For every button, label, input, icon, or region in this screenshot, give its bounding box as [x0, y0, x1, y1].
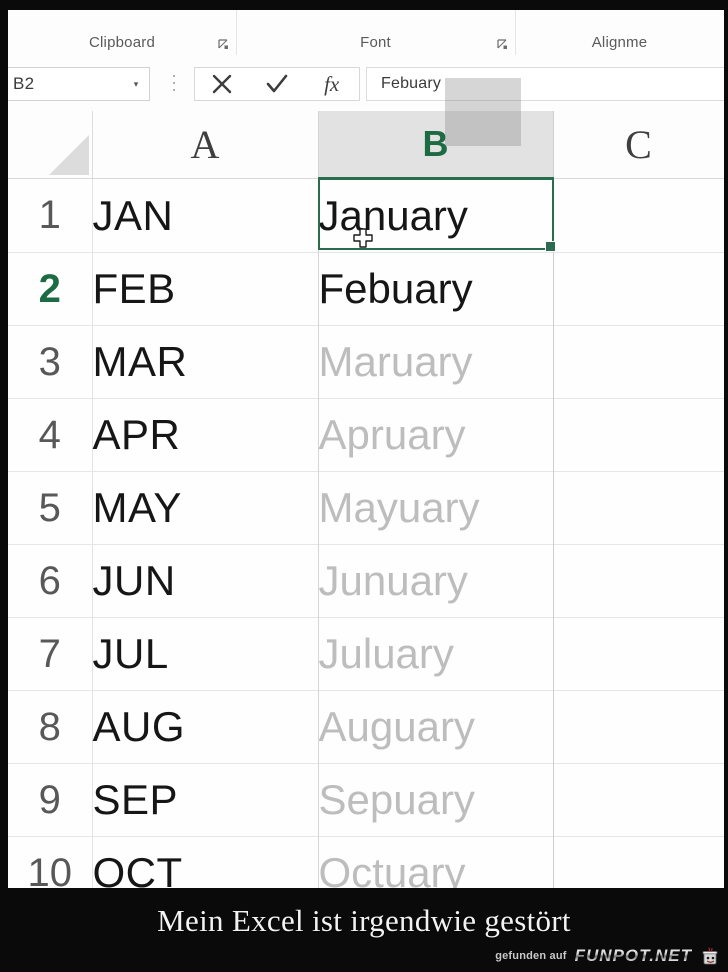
- table-row: 7 JUL Juluary: [8, 617, 724, 691]
- cell-a4[interactable]: APR: [92, 398, 319, 472]
- enter-check-icon[interactable]: [250, 68, 305, 100]
- cell-b9[interactable]: Sepuary: [318, 763, 554, 837]
- cell-b4[interactable]: Apruary: [318, 398, 554, 472]
- cell-c5[interactable]: [553, 471, 724, 545]
- chevron-down-icon[interactable]: ▾: [123, 79, 149, 90]
- cell-c8[interactable]: [553, 690, 724, 764]
- row-header-3[interactable]: 3: [8, 325, 93, 399]
- cells-table: A B C 1 JAN January 2 FEB Febuary 3 MAR …: [8, 111, 724, 888]
- table-row: 3 MAR Maruary: [8, 325, 724, 399]
- name-box-value: B2: [13, 74, 35, 93]
- column-header-b[interactable]: B: [318, 111, 554, 180]
- cell-c1[interactable]: [553, 178, 724, 253]
- cell-b7[interactable]: Juluary: [318, 617, 554, 691]
- ribbon-group-label-strip: Clipboard Font Alignme: [8, 10, 724, 56]
- table-row: 10 OCT Octuary: [8, 836, 724, 888]
- image-frame: Clipboard Font Alignme B2 ▾ fx Febuary A…: [0, 0, 728, 972]
- cell-a6[interactable]: JUN: [92, 544, 319, 618]
- select-all-corner[interactable]: [8, 111, 93, 179]
- cell-a8[interactable]: AUG: [92, 690, 319, 764]
- cell-b5[interactable]: Mayuary: [318, 471, 554, 545]
- cell-c3[interactable]: [553, 325, 724, 399]
- ribbon-group-font[interactable]: Font: [236, 10, 516, 55]
- ribbon-group-alignment-label: Alignme: [591, 34, 648, 51]
- row-header-6[interactable]: 6: [8, 544, 93, 618]
- formula-bar-buttons: fx: [194, 67, 360, 101]
- table-row: 2 FEB Febuary: [8, 252, 724, 326]
- meme-caption: Mein Excel ist irgendwie gestört: [0, 896, 728, 946]
- select-all-triangle-icon: [48, 135, 89, 175]
- cell-c4[interactable]: [553, 398, 724, 472]
- ribbon-group-clipboard-label: Clipboard: [88, 34, 155, 51]
- formula-bar-row: B2 ▾ fx Febuary: [8, 55, 724, 112]
- cell-a1[interactable]: JAN: [92, 178, 319, 253]
- ribbon-group-clipboard[interactable]: Clipboard: [8, 10, 237, 55]
- cell-c2[interactable]: [553, 252, 724, 326]
- formula-input-value: Febuary: [381, 75, 442, 92]
- spreadsheet-grid[interactable]: A B C 1 JAN January 2 FEB Febuary 3 MAR …: [8, 111, 724, 888]
- cell-a5[interactable]: MAY: [92, 471, 319, 545]
- cell-b2[interactable]: Febuary: [318, 252, 554, 326]
- cell-b3[interactable]: Maruary: [318, 325, 554, 399]
- table-row: 8 AUG Auguary: [8, 690, 724, 764]
- ribbon-group-alignment[interactable]: Alignme: [515, 10, 724, 55]
- cancel-x-icon[interactable]: [195, 68, 250, 100]
- insert-function-fx-icon[interactable]: fx: [304, 68, 359, 100]
- cell-c7[interactable]: [553, 617, 724, 691]
- cell-c10[interactable]: [553, 836, 724, 888]
- row-header-4[interactable]: 4: [8, 398, 93, 472]
- cell-c9[interactable]: [553, 763, 724, 837]
- cell-b10[interactable]: Octuary: [318, 836, 554, 888]
- overflow-dots-icon[interactable]: [172, 75, 176, 91]
- meme-caption-text: Mein Excel ist irgendwie gestört: [157, 903, 571, 938]
- funpot-mascot-icon: [700, 946, 720, 966]
- dialog-launcher-icon[interactable]: [218, 39, 229, 50]
- cell-b8[interactable]: Auguary: [318, 690, 554, 764]
- cell-a7[interactable]: JUL: [92, 617, 319, 691]
- dialog-launcher-icon[interactable]: [497, 39, 508, 50]
- column-header-c[interactable]: C: [553, 111, 724, 179]
- table-row: 9 SEP Sepuary: [8, 763, 724, 837]
- row-header-2[interactable]: 2: [8, 252, 93, 326]
- cell-b1[interactable]: January: [318, 178, 554, 253]
- cell-b6[interactable]: Junuary: [318, 544, 554, 618]
- cell-a3[interactable]: MAR: [92, 325, 319, 399]
- row-header-10[interactable]: 10: [8, 836, 93, 888]
- name-box[interactable]: B2 ▾: [8, 67, 150, 101]
- cell-a9[interactable]: SEP: [92, 763, 319, 837]
- ribbon-group-font-label: Font: [360, 34, 391, 51]
- watermark: gefunden auf FUNPOT.NET: [495, 946, 720, 966]
- row-header-5[interactable]: 5: [8, 471, 93, 545]
- watermark-prefix: gefunden auf: [495, 950, 567, 962]
- formula-input[interactable]: Febuary: [366, 67, 724, 101]
- column-header-row: A B C: [8, 111, 724, 180]
- row-header-8[interactable]: 8: [8, 690, 93, 764]
- row-header-7[interactable]: 7: [8, 617, 93, 691]
- row-header-9[interactable]: 9: [8, 763, 93, 837]
- excel-screenshot: Clipboard Font Alignme B2 ▾ fx Febuary A…: [8, 10, 724, 888]
- table-row: 5 MAY Mayuary: [8, 471, 724, 545]
- table-row: 6 JUN Junuary: [8, 544, 724, 618]
- cell-rows: 1 JAN January 2 FEB Febuary 3 MAR Maruar…: [8, 178, 724, 888]
- watermark-brand: FUNPOT.NET: [574, 946, 692, 965]
- cell-a2[interactable]: FEB: [92, 252, 319, 326]
- table-row: 4 APR Apruary: [8, 398, 724, 472]
- table-row: 1 JAN January: [8, 178, 724, 253]
- cell-a10[interactable]: OCT: [92, 836, 319, 888]
- row-header-1[interactable]: 1: [8, 178, 93, 253]
- column-header-a[interactable]: A: [92, 111, 319, 179]
- cell-c6[interactable]: [553, 544, 724, 618]
